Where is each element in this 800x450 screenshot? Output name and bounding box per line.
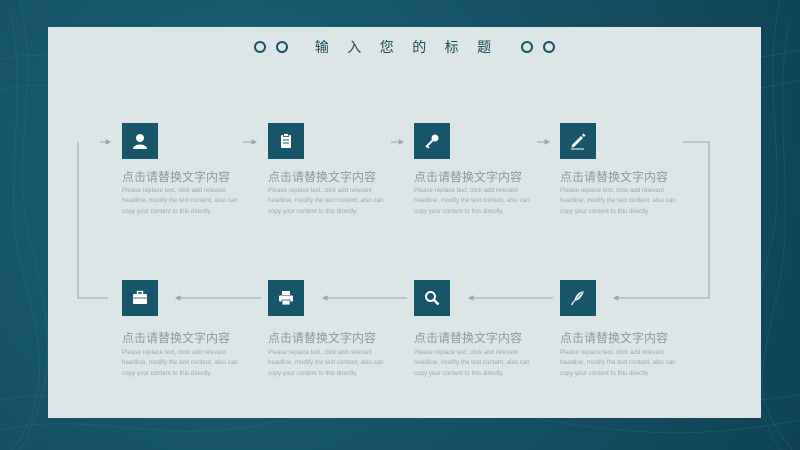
step-title: 点击请替换文字内容	[268, 170, 377, 184]
step-title: 点击请替换文字内容	[268, 331, 377, 345]
step-icon-box	[268, 123, 304, 159]
step-title: 点击请替换文字内容	[122, 170, 231, 184]
quill-icon	[570, 291, 584, 306]
pencil-icon	[571, 133, 586, 150]
key-icon	[425, 134, 439, 149]
step-description: Please replace text, click add relevant …	[560, 187, 676, 215]
step-icon-box	[414, 123, 450, 159]
step-icon-box	[560, 280, 596, 316]
step-description: Please replace text, click add relevant …	[268, 187, 384, 215]
step-description: Please replace text, click add relevant …	[414, 349, 530, 377]
step-description: Please replace text, click add relevant …	[122, 187, 238, 215]
step-title: 点击请替换文字内容	[414, 170, 523, 184]
user-icon	[133, 134, 147, 149]
content-panel: 输 入 您 的 标 题 点击请替换文字内容 Please replace tex…	[48, 27, 761, 418]
step-description: Please replace text, click add relevant …	[268, 349, 384, 377]
printer-icon	[279, 291, 293, 306]
clipboard-icon	[281, 133, 291, 148]
step-icon-box	[122, 123, 158, 159]
step-icon-box	[414, 280, 450, 316]
search-icon	[425, 291, 440, 306]
step-title: 点击请替换文字内容	[414, 331, 523, 345]
step-title: 点击请替换文字内容	[122, 331, 231, 345]
step-icon-box	[560, 123, 596, 159]
step-description: Please replace text, click add relevant …	[414, 187, 530, 215]
step-title: 点击请替换文字内容	[560, 170, 669, 184]
step-description: Please replace text, click add relevant …	[560, 349, 676, 377]
step-icon-box	[268, 280, 304, 316]
step-description: Please replace text, click add relevant …	[122, 349, 238, 377]
step-icon-box	[122, 280, 158, 316]
step-title: 点击请替换文字内容	[560, 331, 669, 345]
briefcase-icon	[133, 290, 147, 304]
